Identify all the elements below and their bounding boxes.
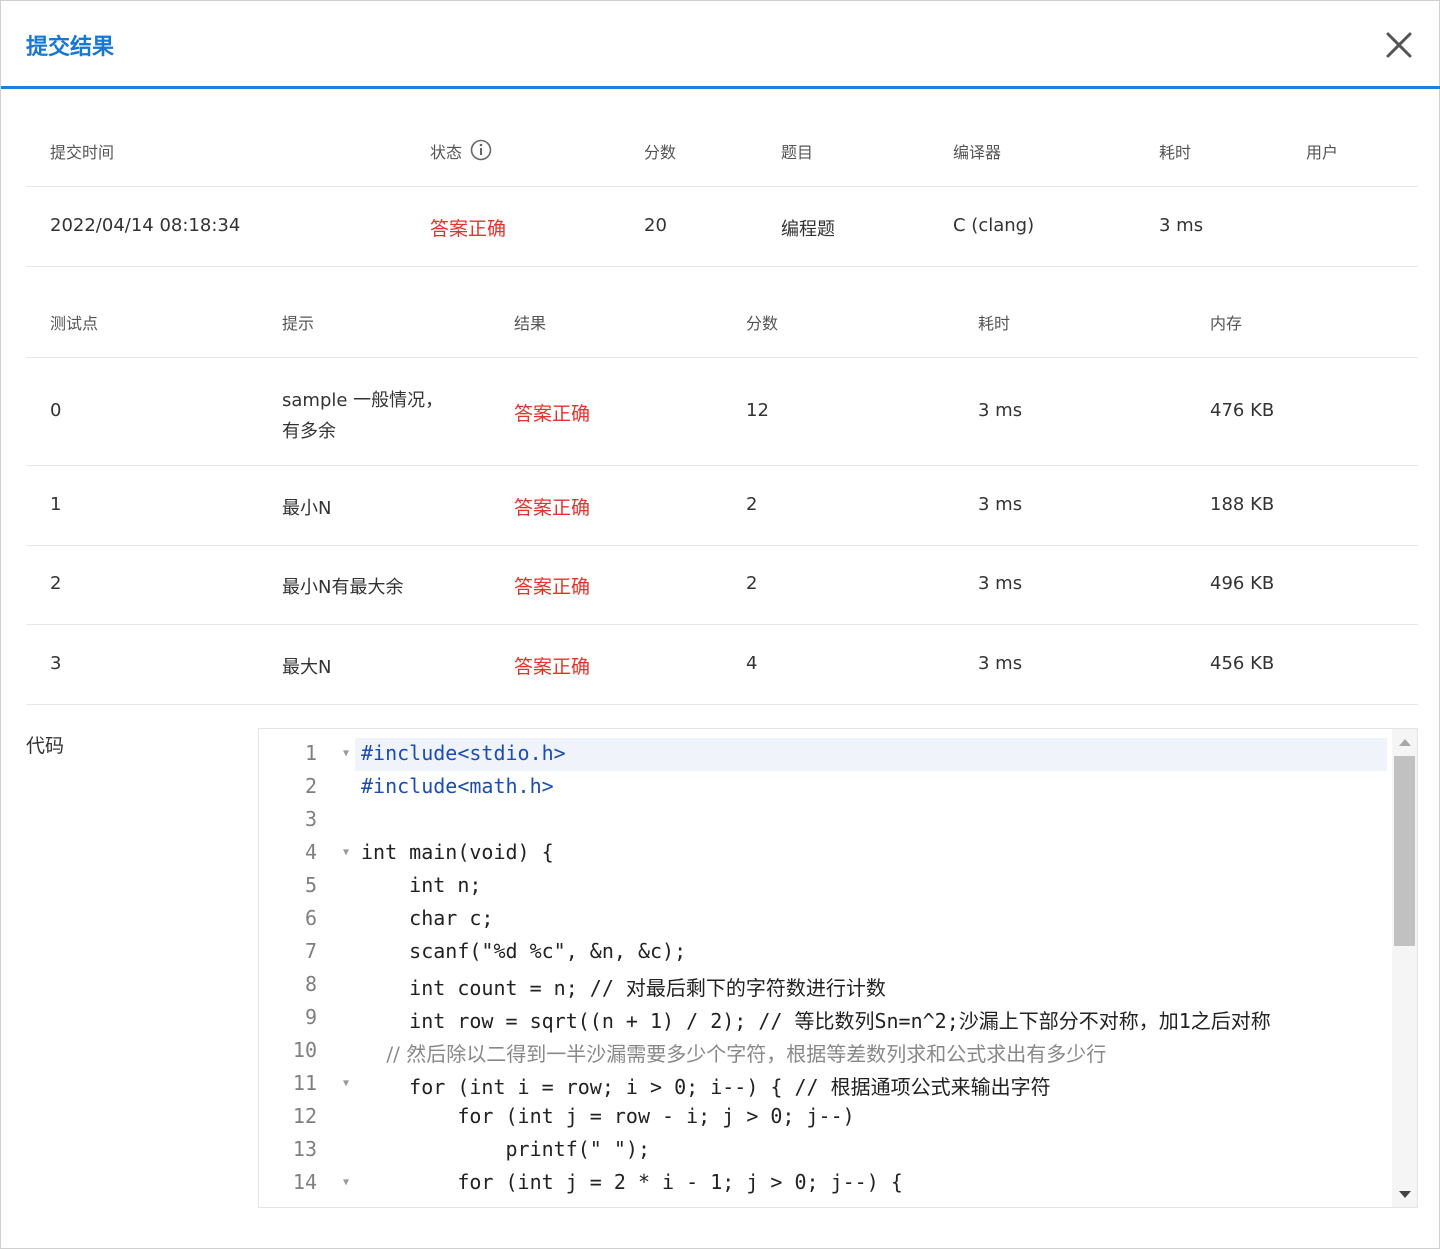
code-line: printf(" "); bbox=[361, 1137, 650, 1161]
code-label: 代码 bbox=[26, 735, 65, 757]
header-tc-score: 分数 bbox=[746, 314, 779, 333]
line-number: 5 bbox=[304, 873, 317, 897]
code-line: #include<stdio.h> bbox=[361, 741, 566, 765]
code-line: scanf("%d %c", &n, &c); bbox=[361, 939, 687, 963]
header-problem: 题目 bbox=[781, 143, 814, 162]
testcase-hint: 最小N有最大余 bbox=[282, 577, 404, 598]
dialog-header: 提交结果 bbox=[1, 1, 1440, 89]
header-compiler: 编译器 bbox=[953, 143, 1002, 162]
info-icon[interactable] bbox=[470, 139, 492, 165]
code-line: int main(void) { bbox=[361, 840, 554, 864]
code-line: // 然后除以二得到一半沙漏需要多少个字符，根据等差数列求和公式求出有多少行 bbox=[361, 1042, 1107, 1066]
fold-arrow-icon[interactable]: ▼ bbox=[343, 1078, 349, 1089]
testcase-time: 3 ms bbox=[978, 573, 1023, 594]
testcase-time: 3 ms bbox=[978, 400, 1023, 421]
line-number: 4 bbox=[304, 840, 317, 864]
scroll-down-icon[interactable] bbox=[1399, 1191, 1411, 1198]
summary-header-row: 提交时间 状态 分数 题目 编译器 耗时 用户 bbox=[26, 111, 1418, 187]
testcase-memory: 188 KB bbox=[1210, 494, 1275, 515]
code-line: for (int j = 2 * i - 1; j > 0; j--) { bbox=[361, 1170, 903, 1194]
fold-arrow-icon[interactable]: ▼ bbox=[343, 1177, 349, 1188]
line-number: 12 bbox=[292, 1104, 317, 1128]
testcase-id: 3 bbox=[50, 653, 62, 674]
submit-time-value: 2022/04/14 08:18:34 bbox=[50, 215, 241, 236]
line-number: 6 bbox=[304, 906, 317, 930]
header-tc-time: 耗时 bbox=[978, 314, 1011, 333]
header-submit-time: 提交时间 bbox=[50, 143, 115, 162]
fold-arrow-icon[interactable]: ▼ bbox=[343, 847, 349, 858]
testcase-memory: 496 KB bbox=[1210, 573, 1275, 594]
table-row: 0 sample 一般情况， 有多余 答案正确 12 3 ms 476 KB bbox=[26, 358, 1418, 466]
header-status: 状态 bbox=[430, 139, 492, 165]
code-line: #include<math.h> bbox=[361, 774, 554, 798]
code-line: for (int i = row; i > 0; i--) { // 根据通项公… bbox=[361, 1075, 1051, 1099]
header-user: 用户 bbox=[1306, 143, 1339, 162]
testcase-result: 答案正确 bbox=[514, 656, 591, 678]
line-number: 2 bbox=[304, 774, 317, 798]
testcase-time: 3 ms bbox=[978, 494, 1023, 515]
code-editor[interactable]: 1 2 3 4 5 6 7 8 9 10 11 12 13 14 ▼ ▼ ▼ ▼… bbox=[258, 728, 1418, 1208]
testcase-score: 4 bbox=[746, 653, 758, 674]
testcase-header-row: 测试点 提示 结果 分数 耗时 内存 bbox=[26, 267, 1418, 358]
testcase-hint: sample 一般情况， 有多余 bbox=[282, 386, 443, 443]
header-memory: 内存 bbox=[1210, 314, 1243, 333]
testcase-result: 答案正确 bbox=[514, 497, 591, 519]
fold-arrow-icon[interactable]: ▼ bbox=[343, 748, 349, 759]
table-row: 1 最小N 答案正确 2 3 ms 188 KB bbox=[26, 466, 1418, 546]
line-number: 10 bbox=[292, 1038, 317, 1062]
score-value: 20 bbox=[644, 215, 667, 236]
submission-result-dialog: 提交结果 提交时间 状态 分数 题目 编译器 耗时 用户 2022/04/14 … bbox=[0, 0, 1440, 1249]
line-number: 11 bbox=[292, 1071, 317, 1095]
testcase-id: 2 bbox=[50, 573, 62, 594]
status-badge: 答案正确 bbox=[430, 218, 507, 240]
scrollbar-thumb[interactable] bbox=[1394, 756, 1415, 946]
testcase-memory: 456 KB bbox=[1210, 653, 1275, 674]
code-line: for (int j = row - i; j > 0; j--) bbox=[361, 1104, 855, 1128]
scroll-up-icon[interactable] bbox=[1399, 739, 1411, 746]
table-row: 2 最小N有最大余 答案正确 2 3 ms 496 KB bbox=[26, 546, 1418, 625]
compiler-value: C (clang) bbox=[953, 215, 1035, 236]
header-result: 结果 bbox=[514, 314, 547, 333]
line-number: 3 bbox=[304, 807, 317, 831]
header-hint: 提示 bbox=[282, 314, 315, 333]
testcase-score: 2 bbox=[746, 494, 758, 515]
testcase-id: 1 bbox=[50, 494, 62, 515]
problem-value: 编程题 bbox=[781, 219, 835, 240]
testcase-memory: 476 KB bbox=[1210, 400, 1275, 421]
testcase-score: 2 bbox=[746, 573, 758, 594]
code-line: int n; bbox=[361, 873, 482, 897]
line-number: 7 bbox=[304, 939, 317, 963]
testcase-id: 0 bbox=[50, 400, 62, 421]
code-line: int count = n; // 对最后剩下的字符数进行计数 bbox=[361, 976, 886, 1000]
testcase-hint: 最大N bbox=[282, 657, 332, 678]
table-row: 3 最大N 答案正确 4 3 ms 456 KB bbox=[26, 625, 1418, 705]
code-line: int row = sqrt((n + 1) / 2); // 等比数列Sn=n… bbox=[361, 1009, 1271, 1033]
testcase-hint-line: 有多余 bbox=[282, 421, 336, 442]
testcase-result: 答案正确 bbox=[514, 403, 591, 425]
header-time: 耗时 bbox=[1159, 143, 1192, 162]
testcase-time: 3 ms bbox=[978, 653, 1023, 674]
testcase-hint-line: sample 一般情况， bbox=[282, 390, 444, 411]
testcase-hint: 最小N bbox=[282, 498, 332, 519]
line-number: 1 bbox=[304, 741, 317, 765]
line-number: 9 bbox=[304, 1005, 317, 1029]
line-number: 8 bbox=[304, 972, 317, 996]
testcase-result: 答案正确 bbox=[514, 576, 591, 598]
code-line: char c; bbox=[361, 906, 494, 930]
line-number: 13 bbox=[292, 1137, 317, 1161]
header-status-label: 状态 bbox=[430, 143, 463, 162]
close-icon[interactable] bbox=[1381, 27, 1417, 63]
dialog-title: 提交结果 bbox=[26, 35, 115, 60]
testcase-score: 12 bbox=[746, 400, 769, 421]
summary-data-row: 2022/04/14 08:18:34 答案正确 20 编程题 C (clang… bbox=[26, 187, 1418, 267]
header-testcase: 测试点 bbox=[50, 314, 99, 333]
header-score: 分数 bbox=[644, 143, 677, 162]
time-value: 3 ms bbox=[1159, 215, 1204, 236]
line-number: 14 bbox=[292, 1170, 317, 1194]
